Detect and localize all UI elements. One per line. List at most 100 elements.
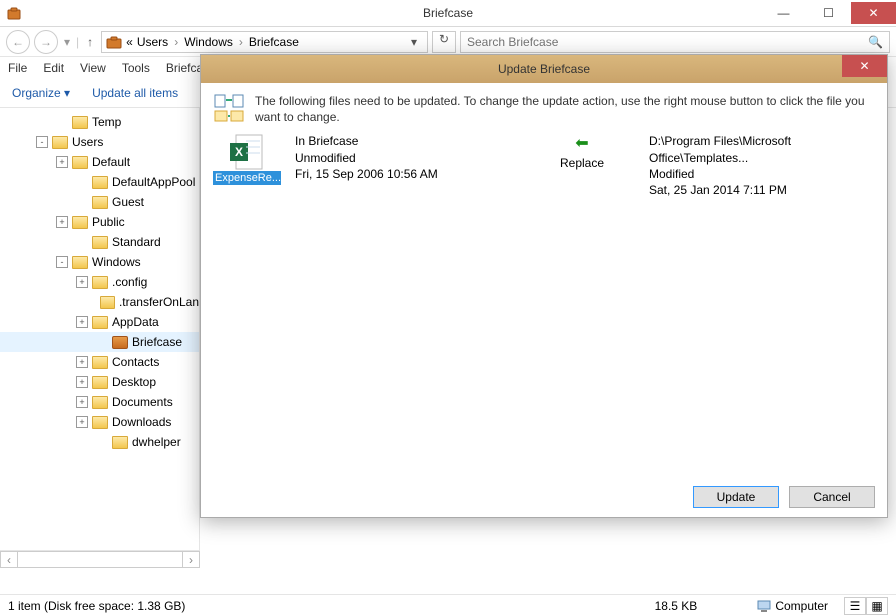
cancel-button[interactable]: Cancel [789, 486, 875, 508]
tree-item[interactable]: .transferOnLan [0, 292, 199, 312]
source-state: D:\Program Files\Microsoft Office\Templa… [649, 133, 875, 198]
menu-tools[interactable]: Tools [122, 61, 150, 75]
briefcase-state: In Briefcase Unmodified Fri, 15 Sep 2006… [295, 133, 515, 182]
expand-toggle[interactable]: + [76, 376, 88, 388]
crumb-briefcase[interactable]: Briefcase [249, 35, 299, 49]
tree-label: Desktop [112, 375, 156, 389]
dialog-close-button[interactable]: ✕ [842, 55, 887, 77]
tree-item[interactable]: + Desktop [0, 372, 199, 392]
tree-item[interactable]: +Documents [0, 392, 199, 412]
folder-icon [72, 116, 88, 129]
expand-toggle [96, 436, 108, 448]
tree-item[interactable]: + AppData [0, 312, 199, 332]
tree-label: Windows [92, 255, 141, 269]
tree-item[interactable]: DefaultAppPool [0, 172, 199, 192]
scroll-right[interactable]: › [182, 551, 200, 568]
folder-icon [92, 376, 108, 389]
expand-toggle[interactable]: + [76, 396, 88, 408]
folder-tree[interactable]: Temp -Users+Default DefaultAppPool Guest + Pu… [0, 108, 200, 550]
prefix: « [126, 35, 133, 49]
expand-toggle [86, 296, 97, 308]
view-icons-button[interactable]: ▦ [866, 597, 888, 615]
update-all-button[interactable]: Update all items [92, 86, 178, 100]
file-name: ExpenseRe... [213, 171, 281, 185]
tree-item[interactable]: +Default [0, 152, 199, 172]
expand-toggle[interactable]: + [56, 216, 68, 228]
search-input[interactable] [467, 35, 868, 49]
expand-toggle[interactable]: + [76, 416, 88, 428]
tree-item[interactable]: Guest [0, 192, 199, 212]
view-details-button[interactable]: ☰ [844, 597, 866, 615]
tree-label: Contacts [112, 355, 159, 369]
menu-edit[interactable]: Edit [43, 61, 64, 75]
tree-label: Temp [92, 115, 121, 129]
computer-icon [757, 599, 771, 613]
update-item-row[interactable]: X ExpenseRe... In Briefcase Unmodified F… [213, 133, 875, 198]
title-bar: Briefcase — ☐ ✕ [0, 0, 896, 27]
dialog-titlebar[interactable]: Update Briefcase ✕ [201, 55, 887, 83]
search-box[interactable]: 🔍 [460, 31, 890, 53]
tree-item[interactable]: + .config [0, 272, 199, 292]
expand-toggle[interactable]: + [56, 156, 68, 168]
tree-label: Downloads [112, 415, 171, 429]
tree-item[interactable]: + Public [0, 212, 199, 232]
history-dropdown[interactable]: ▾ [62, 35, 72, 49]
window-title: Briefcase [423, 6, 473, 20]
app-icon [6, 5, 22, 21]
tree-item[interactable]: + Contacts [0, 352, 199, 372]
folder-icon [112, 436, 128, 449]
tree-item[interactable]: - Windows [0, 252, 199, 272]
tree-item[interactable]: dwhelper [0, 432, 199, 452]
tree-item[interactable]: Briefcase [0, 332, 199, 352]
tree-label: DefaultAppPool [112, 175, 195, 189]
folder-icon [92, 196, 108, 209]
nav-sep: | [76, 35, 79, 49]
folder-icon [92, 316, 108, 329]
status-location: Computer [757, 599, 828, 613]
expand-toggle[interactable]: - [56, 256, 68, 268]
status-left: 1 item (Disk free space: 1.38 GB) [8, 599, 185, 613]
minimize-button[interactable]: — [761, 2, 806, 24]
update-button[interactable]: Update [693, 486, 779, 508]
replace-arrow-icon: ⬅ [529, 133, 635, 155]
search-icon: 🔍 [868, 35, 883, 49]
expand-toggle [56, 116, 68, 128]
sync-icon [213, 93, 245, 125]
tree-label: .config [112, 275, 147, 289]
refresh-button[interactable]: ↻ [432, 31, 456, 53]
expand-toggle[interactable]: + [76, 356, 88, 368]
menu-file[interactable]: File [8, 61, 27, 75]
expand-toggle[interactable]: - [36, 136, 48, 148]
folder-icon [72, 156, 88, 169]
address-dropdown[interactable]: ▾ [405, 35, 423, 49]
close-button[interactable]: ✕ [851, 2, 896, 24]
tree-label: Public [92, 215, 125, 229]
organize-button[interactable]: Organize ▾ [12, 86, 70, 100]
tree-item[interactable]: + Downloads [0, 412, 199, 432]
tree-item[interactable]: Standard [0, 232, 199, 252]
tree-hscrollbar[interactable]: ‹ › [0, 550, 200, 568]
tree-label: AppData [112, 315, 159, 329]
forward-button[interactable]: → [34, 30, 58, 54]
tree-label: Guest [112, 195, 144, 209]
tree-item[interactable]: Temp [0, 112, 199, 132]
folder-icon [100, 296, 115, 309]
scroll-left[interactable]: ‹ [0, 551, 18, 568]
replace-action[interactable]: ⬅ Replace [529, 133, 635, 171]
folder-icon [72, 216, 88, 229]
expand-toggle[interactable]: + [76, 316, 88, 328]
status-bar: 1 item (Disk free space: 1.38 GB) 18.5 K… [0, 594, 896, 616]
folder-icon [72, 256, 88, 269]
tree-item[interactable]: -Users [0, 132, 199, 152]
address-bar[interactable]: « Users› Windows› Briefcase ▾ [101, 31, 428, 53]
folder-icon [92, 356, 108, 369]
crumb-windows[interactable]: Windows [184, 35, 233, 49]
expand-toggle[interactable]: + [76, 276, 88, 288]
menu-view[interactable]: View [80, 61, 106, 75]
tree-label: dwhelper [132, 435, 181, 449]
maximize-button[interactable]: ☐ [806, 2, 851, 24]
scroll-track[interactable] [18, 551, 182, 568]
back-button[interactable]: ← [6, 30, 30, 54]
crumb-users[interactable]: Users [137, 35, 168, 49]
up-button[interactable]: ↑ [83, 35, 97, 49]
